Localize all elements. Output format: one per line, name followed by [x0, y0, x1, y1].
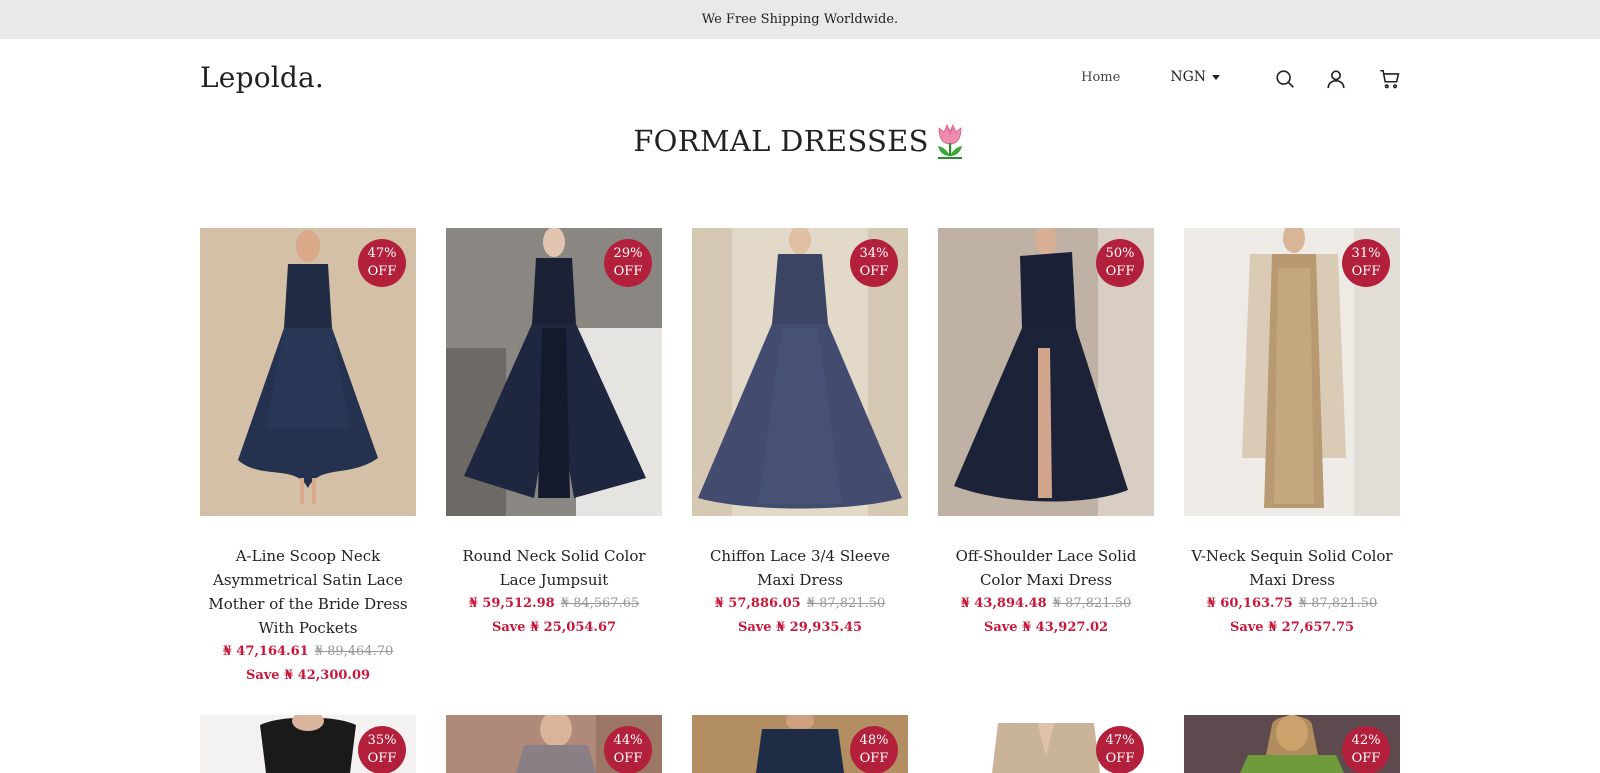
product-image[interactable]: 42% OFF	[1184, 715, 1400, 773]
discount-off-label: OFF	[1105, 264, 1135, 279]
savings-text: Save ₦ 27,657.75	[1229, 620, 1355, 635]
product-image[interactable]: 34% OFF	[692, 228, 908, 516]
discount-badge: 29% OFF	[604, 239, 652, 287]
product-prices: ₦ 57,886.05 ₦ 87,821.50	[692, 592, 908, 616]
discount-badge: 35% OFF	[358, 726, 406, 773]
sale-price: ₦ 47,164.61	[222, 644, 309, 659]
product-image[interactable]: 48% OFF	[692, 715, 908, 773]
discount-off-label: OFF	[1105, 751, 1135, 766]
discount-badge: 48% OFF	[850, 726, 898, 773]
account-icon[interactable]	[1324, 67, 1348, 91]
product-title[interactable]: Chiffon Lace 3/4 Sleeve Maxi Dress	[692, 544, 908, 592]
discount-percent: 44%	[613, 733, 643, 748]
product-title[interactable]: V-Neck Sequin Solid Color Maxi Dress	[1184, 544, 1400, 592]
discount-badge: 44% OFF	[604, 726, 652, 773]
discount-badge: 47% OFF	[1096, 726, 1144, 773]
discount-badge: 34% OFF	[850, 239, 898, 287]
currency-label: NGN	[1170, 69, 1206, 85]
discount-off-label: OFF	[1351, 751, 1381, 766]
compare-price: ₦ 87,821.50	[806, 596, 886, 611]
product-prices: ₦ 47,164.61 ₦ 89,464.70	[200, 640, 416, 664]
product-title[interactable]: Off-Shoulder Lace Solid Color Maxi Dress	[938, 544, 1154, 592]
product-card[interactable]: 50% OFF Off-Shoulder Lace Solid Color Ma…	[938, 228, 1154, 688]
sale-price: ₦ 57,886.05	[714, 596, 801, 611]
discount-percent: 50%	[1105, 246, 1135, 261]
savings-text: Save ₦ 43,927.02	[983, 620, 1109, 635]
nav-link-home[interactable]: Home	[1081, 70, 1120, 85]
product-title[interactable]: Round Neck Solid Color Lace Jumpsuit	[446, 544, 662, 592]
product-card[interactable]: 34% OFF Chiffon Lace 3/4 Sleeve Maxi Dre…	[692, 228, 908, 688]
announcement-bar: We Free Shipping Worldwide.	[0, 0, 1600, 39]
discount-off-label: OFF	[859, 751, 889, 766]
product-prices: ₦ 60,163.75 ₦ 87,821.50	[1184, 592, 1400, 616]
savings-text: Save ₦ 42,300.09	[245, 668, 371, 683]
discount-percent: 48%	[859, 733, 889, 748]
product-card[interactable]: 47% OFF A-Line Scoop Neck Asymmetrical S…	[200, 228, 416, 688]
chevron-down-icon	[1212, 75, 1220, 80]
discount-percent: 29%	[613, 246, 643, 261]
announcement-text: We Free Shipping Worldwide.	[701, 12, 899, 27]
cart-icon[interactable]	[1378, 67, 1402, 91]
product-image[interactable]: 47% OFF	[200, 228, 416, 516]
discount-percent: 35%	[367, 733, 397, 748]
compare-price: ₦ 87,821.50	[1052, 596, 1132, 611]
search-icon[interactable]	[1273, 67, 1297, 91]
discount-badge: 47% OFF	[358, 239, 406, 287]
collection-title: FORMAL DRESSES	[0, 122, 1600, 160]
discount-off-label: OFF	[859, 264, 889, 279]
discount-badge: 31% OFF	[1342, 239, 1390, 287]
discount-off-label: OFF	[367, 751, 397, 766]
product-card[interactable]: 47% OFF	[938, 715, 1154, 773]
discount-off-label: OFF	[367, 264, 397, 279]
collection-title-text: FORMAL DRESSES	[633, 124, 929, 158]
product-image[interactable]: 35% OFF	[200, 715, 416, 773]
discount-percent: 42%	[1351, 733, 1381, 748]
product-card[interactable]: 48% OFF	[692, 715, 908, 773]
product-prices: ₦ 59,512.98 ₦ 84,567.65	[446, 592, 662, 616]
product-card[interactable]: 42% OFF	[1184, 715, 1400, 773]
compare-price: ₦ 84,567.65	[560, 596, 640, 611]
product-image[interactable]: 47% OFF	[938, 715, 1154, 773]
compare-price: ₦ 87,821.50	[1298, 596, 1378, 611]
product-card[interactable]: 29% OFF Round Neck Solid Color Lace Jump…	[446, 228, 662, 688]
discount-badge: 42% OFF	[1342, 726, 1390, 773]
discount-off-label: OFF	[613, 264, 643, 279]
savings-text: Save ₦ 29,935.45	[737, 620, 863, 635]
site-header: Lepolda. Home NGN	[0, 39, 1600, 119]
product-card[interactable]: 31% OFF V-Neck Sequin Solid Color Maxi D…	[1184, 228, 1400, 688]
discount-badge: 50% OFF	[1096, 239, 1144, 287]
product-image[interactable]: 50% OFF	[938, 228, 1154, 516]
product-image[interactable]: 44% OFF	[446, 715, 662, 773]
sale-price: ₦ 59,512.98	[468, 596, 555, 611]
sale-price: ₦ 60,163.75	[1206, 596, 1293, 611]
discount-percent: 34%	[859, 246, 889, 261]
product-card[interactable]: 35% OFF	[200, 715, 416, 773]
store-logo[interactable]: Lepolda.	[200, 61, 324, 94]
discount-percent: 31%	[1351, 246, 1381, 261]
tulip-emoji-icon	[933, 122, 967, 160]
discount-off-label: OFF	[1351, 264, 1381, 279]
product-grid: 47% OFF A-Line Scoop Neck Asymmetrical S…	[200, 228, 1400, 688]
discount-off-label: OFF	[613, 751, 643, 766]
product-prices: ₦ 43,894.48 ₦ 87,821.50	[938, 592, 1154, 616]
main-nav: Home NGN	[1081, 69, 1220, 85]
product-card[interactable]: 44% OFF	[446, 715, 662, 773]
currency-selector[interactable]: NGN	[1170, 69, 1220, 85]
discount-percent: 47%	[1105, 733, 1135, 748]
savings-text: Save ₦ 25,054.67	[491, 620, 617, 635]
discount-percent: 47%	[367, 246, 397, 261]
compare-price: ₦ 89,464.70	[314, 644, 394, 659]
product-title[interactable]: A-Line Scoop Neck Asymmetrical Satin Lac…	[200, 544, 416, 640]
sale-price: ₦ 43,894.48	[960, 596, 1047, 611]
product-grid-row-2: 35% OFF 44% OFF 48% OFF 47% OFF 42% OFF	[200, 715, 1400, 773]
product-image[interactable]: 29% OFF	[446, 228, 662, 516]
product-image[interactable]: 31% OFF	[1184, 228, 1400, 516]
